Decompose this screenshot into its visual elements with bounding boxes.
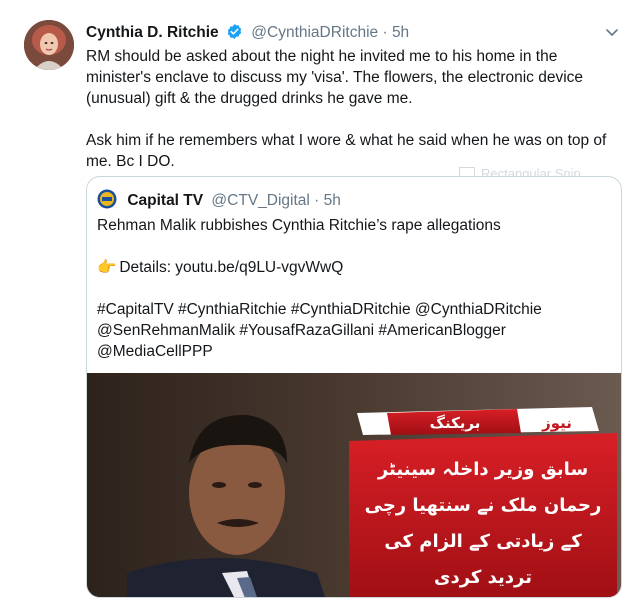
urdu-line: سابق وزیر داخلہ سینیٹر [377, 459, 588, 480]
banner-left-label: بریکنگ [430, 414, 481, 432]
capital-tv-logo-icon[interactable] [97, 189, 117, 209]
chevron-down-icon[interactable] [604, 24, 620, 40]
urdu-line: کے زیادتی کے الزام کی [384, 531, 582, 552]
author-handle[interactable]: @CynthiaDRitchie [251, 24, 378, 41]
avatar-image [24, 20, 74, 70]
quoted-timestamp[interactable]: 5h [324, 192, 341, 209]
urdu-line: رحمان ملک نے سنتھیا رچی [365, 495, 602, 516]
news-photo: نیوز بریکنگ سابق وزیر داخلہ سینیٹر رحمان… [87, 373, 621, 597]
quoted-hashtags[interactable]: #CapitalTV #CynthiaRitchie #CynthiaDRitc… [97, 299, 609, 362]
banner-right-label: نیوز [541, 414, 572, 432]
tweet-text: RM should be asked about the night he in… [86, 46, 626, 172]
quoted-headline: Rehman Malik rubbishes Cynthia Ritchie’s… [97, 217, 501, 234]
quoted-details: 👉 Details: youtu.be/q9LU-vgvWwQ [97, 257, 609, 278]
quoted-tweet-header: Capital TV @CTV_Digital · 5h [97, 189, 341, 211]
tweet-paragraph: RM should be asked about the night he in… [86, 48, 584, 107]
quoted-author-name[interactable]: Capital TV [127, 192, 203, 209]
tweet-timestamp[interactable]: 5h [392, 24, 409, 41]
separator-dot: · [314, 192, 320, 209]
separator-dot: · [382, 24, 388, 41]
tweet-header: Cynthia D. Ritchie @CynthiaDRitchie · 5h [86, 22, 610, 44]
quoted-tweet[interactable]: Capital TV @CTV_Digital · 5h Rehman Mali… [86, 176, 622, 598]
tweet[interactable]: Cynthia D. Ritchie @CynthiaDRitchie · 5h… [0, 0, 640, 598]
author-avatar[interactable] [24, 20, 74, 70]
details-link[interactable]: Details: youtu.be/q9LU-vgvWwQ [119, 259, 343, 276]
quoted-media-image[interactable]: نیوز بریکنگ سابق وزیر داخلہ سینیٹر رحمان… [87, 373, 621, 597]
author-name[interactable]: Cynthia D. Ritchie [86, 24, 219, 41]
quoted-author-handle[interactable]: @CTV_Digital [211, 192, 309, 209]
urdu-line: تردید کردی [434, 567, 532, 588]
pointing-hand-icon: 👉 [97, 259, 117, 276]
quoted-tweet-text: Rehman Malik rubbishes Cynthia Ritchie’s… [97, 215, 609, 362]
verified-badge-icon [226, 23, 243, 47]
